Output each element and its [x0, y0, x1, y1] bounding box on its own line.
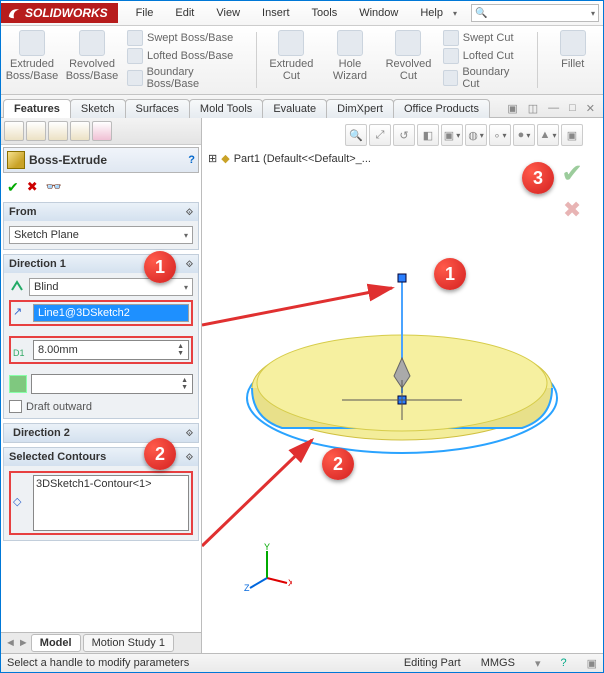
spin-up-icon[interactable]: ▲ — [177, 343, 184, 350]
window-min-icon[interactable]: — — [544, 100, 563, 117]
boundary-cut-button[interactable]: Boundary Cut — [443, 66, 528, 90]
window-max-icon[interactable]: □ — [565, 100, 580, 117]
display-tab-icon[interactable] — [92, 121, 112, 141]
tab-features[interactable]: Features — [3, 99, 71, 118]
status-rebuild-icon[interactable]: ▣ — [587, 657, 597, 670]
search-input[interactable]: 🔍 ▾ — [471, 4, 599, 22]
menu-view[interactable]: View — [208, 5, 248, 21]
lofted-cut-button[interactable]: Lofted Cut — [443, 48, 528, 64]
boundary-boss-button[interactable]: Boundary Boss/Base — [127, 66, 246, 90]
svg-text:Y: Y — [264, 543, 270, 552]
callout-3: 3 — [522, 162, 554, 194]
command-tabs: Features Sketch Surfaces Mold Tools Eval… — [1, 95, 603, 118]
ribbon: Extruded Boss/Base Revolved Boss/Base Sw… — [1, 26, 603, 95]
extruded-boss-button[interactable]: Extruded Boss/Base — [7, 30, 57, 90]
pm-tab-icon[interactable] — [26, 121, 46, 141]
cancel-button[interactable]: ✖ — [27, 179, 38, 196]
menu-window[interactable]: Window — [351, 5, 406, 21]
status-hint: Select a handle to modify parameters — [7, 657, 189, 669]
direction-ref-field[interactable]: Line1@3DSketch2 — [33, 304, 189, 322]
feature-tree-icon[interactable] — [4, 121, 24, 141]
menu-help[interactable]: Help▾ — [412, 5, 465, 21]
search-icon: 🔍 — [475, 8, 487, 19]
tab-moldtools[interactable]: Mold Tools — [189, 99, 263, 118]
tab-surfaces[interactable]: Surfaces — [125, 99, 190, 118]
draft-outward-label: Draft outward — [26, 401, 92, 413]
tab-dimxpert[interactable]: DimXpert — [326, 99, 394, 118]
fillet-button[interactable]: Fillet — [548, 30, 597, 90]
menu-tools[interactable]: Tools — [304, 5, 346, 21]
help-icon[interactable]: ? — [188, 154, 195, 166]
pm-title: Boss-Extrude ? — [3, 147, 199, 173]
callout-2b: 2 — [322, 448, 354, 480]
window-cascade-icon[interactable]: ◫ — [524, 100, 542, 117]
tab-sketch[interactable]: Sketch — [70, 99, 126, 118]
tab-office[interactable]: Office Products — [393, 99, 490, 118]
tab-model[interactable]: Model — [31, 634, 81, 652]
callout-2a: 2 — [144, 438, 176, 470]
from-select[interactable]: Sketch Plane▾ — [9, 226, 193, 244]
status-units[interactable]: MMGS — [481, 657, 515, 669]
status-bar: Select a handle to modify parameters Edi… — [1, 653, 603, 672]
revolved-boss-button[interactable]: Revolved Boss/Base — [67, 30, 117, 90]
bottom-right-icon[interactable]: ► — [18, 637, 29, 649]
contour-icon: ◇ — [13, 495, 29, 511]
extrude-icon — [7, 151, 25, 169]
property-manager: Boss-Extrude ? ✔ ✖ 👓 From⟐ Sketch Plane▾… — [1, 118, 202, 653]
view-triad: X Y Z — [242, 543, 292, 593]
revolved-cut-button[interactable]: Revolved Cut — [384, 30, 433, 90]
main-menu: File Edit View Insert Tools Window Help▾ — [120, 5, 465, 21]
svg-text:Z: Z — [244, 583, 250, 593]
menu-edit[interactable]: Edit — [167, 5, 202, 21]
window-tile-icon[interactable]: ▣ — [503, 100, 521, 117]
config-tab-icon[interactable] — [48, 121, 68, 141]
callout-1a: 1 — [144, 251, 176, 283]
extruded-cut-button[interactable]: Extruded Cut — [267, 30, 316, 90]
depth-input[interactable]: 8.00mm ▲▼ — [33, 340, 189, 360]
app-logo: SOLIDWORKS — [1, 3, 118, 23]
dimx-tab-icon[interactable] — [70, 121, 90, 141]
callout-1b: 1 — [434, 258, 466, 290]
spin-down-icon[interactable]: ▼ — [177, 350, 184, 357]
draft-icon[interactable] — [9, 375, 27, 393]
svg-text:X: X — [288, 578, 292, 588]
end-condition-select[interactable]: Blind▾ — [29, 278, 193, 296]
draft-input[interactable]: ▲▼ — [31, 374, 193, 394]
from-header[interactable]: From⟐ — [4, 203, 198, 221]
bottom-left-icon[interactable]: ◄ — [5, 637, 16, 649]
menu-file[interactable]: File — [128, 5, 162, 21]
lofted-boss-button[interactable]: Lofted Boss/Base — [127, 48, 246, 64]
reverse-dir-icon[interactable] — [9, 279, 25, 295]
status-mode: Editing Part — [404, 657, 461, 669]
draft-outward-checkbox[interactable] — [9, 400, 22, 413]
hole-wizard-button[interactable]: Hole Wizard — [326, 30, 375, 90]
direction-vector-icon[interactable]: ↗ — [13, 305, 29, 321]
menu-insert[interactable]: Insert — [254, 5, 298, 21]
detail-preview-icon[interactable]: 👓 — [46, 179, 62, 196]
status-help-icon[interactable]: ? — [560, 657, 566, 669]
swept-cut-button[interactable]: Swept Cut — [443, 30, 528, 46]
window-close-icon[interactable]: ✕ — [582, 100, 599, 117]
tab-evaluate[interactable]: Evaluate — [262, 99, 327, 118]
graphics-area[interactable]: 🔍 ⤢ ↺ ◧ ▣▾ ◍▾ ∘▾ ●▾ ▲▾ ▣ ⊞ ◆ Part1 (Defa… — [202, 118, 603, 653]
swept-boss-button[interactable]: Swept Boss/Base — [127, 30, 246, 46]
contours-list[interactable]: 3DSketch1-Contour<1> — [33, 475, 189, 531]
tab-motionstudy[interactable]: Motion Study 1 — [83, 634, 174, 652]
accept-button[interactable]: ✔ — [7, 179, 19, 196]
direction2-header[interactable]: Direction 2⟐ — [4, 424, 198, 442]
depth-icon: D1 — [13, 342, 29, 358]
